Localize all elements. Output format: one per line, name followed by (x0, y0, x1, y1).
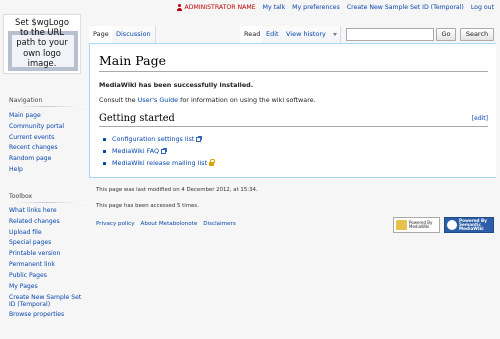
sidebar-link[interactable]: Special pages (9, 239, 51, 246)
logout-link[interactable]: Log out (471, 4, 494, 11)
external-link-icon (161, 147, 168, 154)
tab-view-history[interactable]: View history (282, 26, 331, 43)
my-preferences-link[interactable]: My preferences (292, 4, 340, 11)
sidebar-item-my-pages[interactable]: My Pages (9, 282, 89, 293)
user-icon (177, 4, 183, 11)
sidebar-link[interactable]: Upload file (9, 229, 42, 236)
navigation-list: Main page Community portal Current event… (9, 111, 64, 176)
smw-logo-icon (447, 220, 457, 230)
navigation-divider (9, 106, 85, 107)
sidebar-item-public-pages[interactable]: Public Pages (9, 271, 89, 282)
sidebar-link[interactable]: What links here (9, 207, 57, 214)
bullet-icon (103, 161, 106, 165)
sidebar-link[interactable]: Recent changes (9, 144, 58, 151)
section-heading: Getting started (99, 113, 175, 124)
more-actions-dropdown[interactable] (329, 26, 341, 43)
last-modified-text: This page was last modified on 4 Decembe… (96, 187, 258, 193)
list-item: MediaWiki FAQ (103, 145, 214, 157)
sidebar-link[interactable]: Random page (9, 155, 51, 162)
sidebar-item-permanent-link[interactable]: Permanent link (9, 260, 89, 271)
personal-toolbar: ADMINISTRATOR NAME My talk My preference… (177, 3, 494, 12)
search-button[interactable]: Search (460, 28, 494, 41)
sidebar-link[interactable]: Main page (9, 112, 41, 119)
user-link[interactable]: ADMINISTRATOR NAME (177, 4, 256, 11)
sidebar-link[interactable]: My Pages (9, 283, 38, 290)
sidebar-item-what-links-here[interactable]: What links here (9, 206, 89, 217)
mailing-list-link[interactable]: MediaWiki release mailing list (112, 159, 207, 168)
badge-line: MediaWiki (459, 226, 484, 232)
go-button[interactable]: Go (436, 28, 456, 41)
powered-by-smw-badge[interactable]: Powered By Semantic MediaWiki (444, 217, 494, 233)
create-sample-set-link[interactable]: Create New Sample Set ID (Temporal) (347, 4, 464, 11)
lock-icon (208, 159, 215, 166)
page-title: Main Page (99, 53, 166, 68)
accessed-count-text: This page has been accessed 5 times. (96, 203, 199, 209)
mediawiki-logo-icon (396, 220, 407, 230)
bullet-icon (103, 149, 106, 153)
install-message: MediaWiki has been successfully installe… (99, 81, 254, 89)
title-divider (99, 71, 488, 72)
consult-prefix: Consult the (99, 96, 138, 104)
powered-by-mediawiki-badge[interactable]: Powered By MediaWiki (393, 217, 440, 233)
sidebar-item-special-pages[interactable]: Special pages (9, 238, 89, 249)
username[interactable]: ADMINISTRATOR NAME (185, 4, 256, 11)
toolbox-list: What links here Related changes Upload f… (9, 206, 89, 321)
toolbox-heading: Toolbox (9, 193, 33, 200)
tab-edit[interactable]: Edit (262, 26, 284, 43)
sidebar-item-random-page[interactable]: Random page (9, 154, 64, 165)
sidebar-link[interactable]: Permanent link (9, 261, 55, 268)
my-talk-link[interactable]: My talk (263, 4, 286, 11)
sidebar-link[interactable]: Public Pages (9, 272, 47, 279)
toolbox-divider (9, 202, 85, 203)
section-divider (99, 126, 488, 127)
footer-links: Privacy policy About Metabolonote Discla… (96, 221, 236, 227)
privacy-policy-link[interactable]: Privacy policy (96, 221, 135, 227)
sidebar-item-help[interactable]: Help (9, 165, 64, 176)
logo-placeholder-text: Set $wgLogo to the URL path to your own … (15, 17, 69, 68)
sidebar-item-related-changes[interactable]: Related changes (9, 217, 89, 228)
sidebar-item-recent-changes[interactable]: Recent changes (9, 143, 64, 154)
sidebar-item-main-page[interactable]: Main page (9, 111, 64, 122)
external-link-icon (196, 135, 203, 142)
mediawiki-faq-link[interactable]: MediaWiki FAQ (112, 147, 159, 156)
sidebar-link[interactable]: Browse properties (9, 311, 64, 318)
consult-line: Consult the User's Guide for information… (99, 96, 316, 104)
section-edit-link[interactable]: [edit] (472, 115, 488, 122)
sidebar-link[interactable]: Community portal (9, 123, 64, 130)
list-item: Configuration settings list (103, 133, 214, 145)
sidebar-link[interactable]: Create New Sample Set ID (Temporal) (9, 294, 81, 309)
sidebar-link[interactable]: Help (9, 166, 23, 173)
sidebar-item-printable-version[interactable]: Printable version (9, 249, 89, 260)
tab-discussion[interactable]: Discussion (112, 26, 156, 43)
bullet-icon (103, 137, 106, 141)
search-input[interactable] (346, 28, 434, 41)
sidebar-item-upload-file[interactable]: Upload file (9, 228, 89, 239)
config-settings-link[interactable]: Configuration settings list (112, 135, 194, 144)
navigation-heading: Navigation (9, 97, 43, 104)
consult-suffix: for information on using the wiki softwa… (178, 96, 316, 104)
getting-started-list: Configuration settings list MediaWiki FA… (103, 133, 215, 169)
site-logo[interactable]: Set $wgLogo to the URL path to your own … (3, 14, 81, 74)
sidebar-item-browse-properties[interactable]: Browse properties (9, 310, 89, 321)
sidebar-item-community-portal[interactable]: Community portal (9, 122, 64, 133)
sidebar-link[interactable]: Current events (9, 134, 54, 141)
tab-page[interactable]: Page (89, 26, 114, 43)
badge-line: MediaWiki (409, 224, 430, 229)
list-item: MediaWiki release mailing list (103, 157, 215, 169)
sidebar-link[interactable]: Related changes (9, 218, 60, 225)
about-link[interactable]: About Metabolonote (141, 221, 198, 227)
sidebar-item-current-events[interactable]: Current events (9, 133, 64, 144)
sidebar-link[interactable]: Printable version (9, 250, 60, 257)
content-area: Main Page MediaWiki has been successfull… (89, 43, 496, 178)
sidebar-item-create-sample-set[interactable]: Create New Sample Set ID (Temporal) (9, 292, 89, 310)
users-guide-link[interactable]: User's Guide (138, 96, 178, 104)
disclaimers-link[interactable]: Disclaimers (203, 221, 236, 227)
